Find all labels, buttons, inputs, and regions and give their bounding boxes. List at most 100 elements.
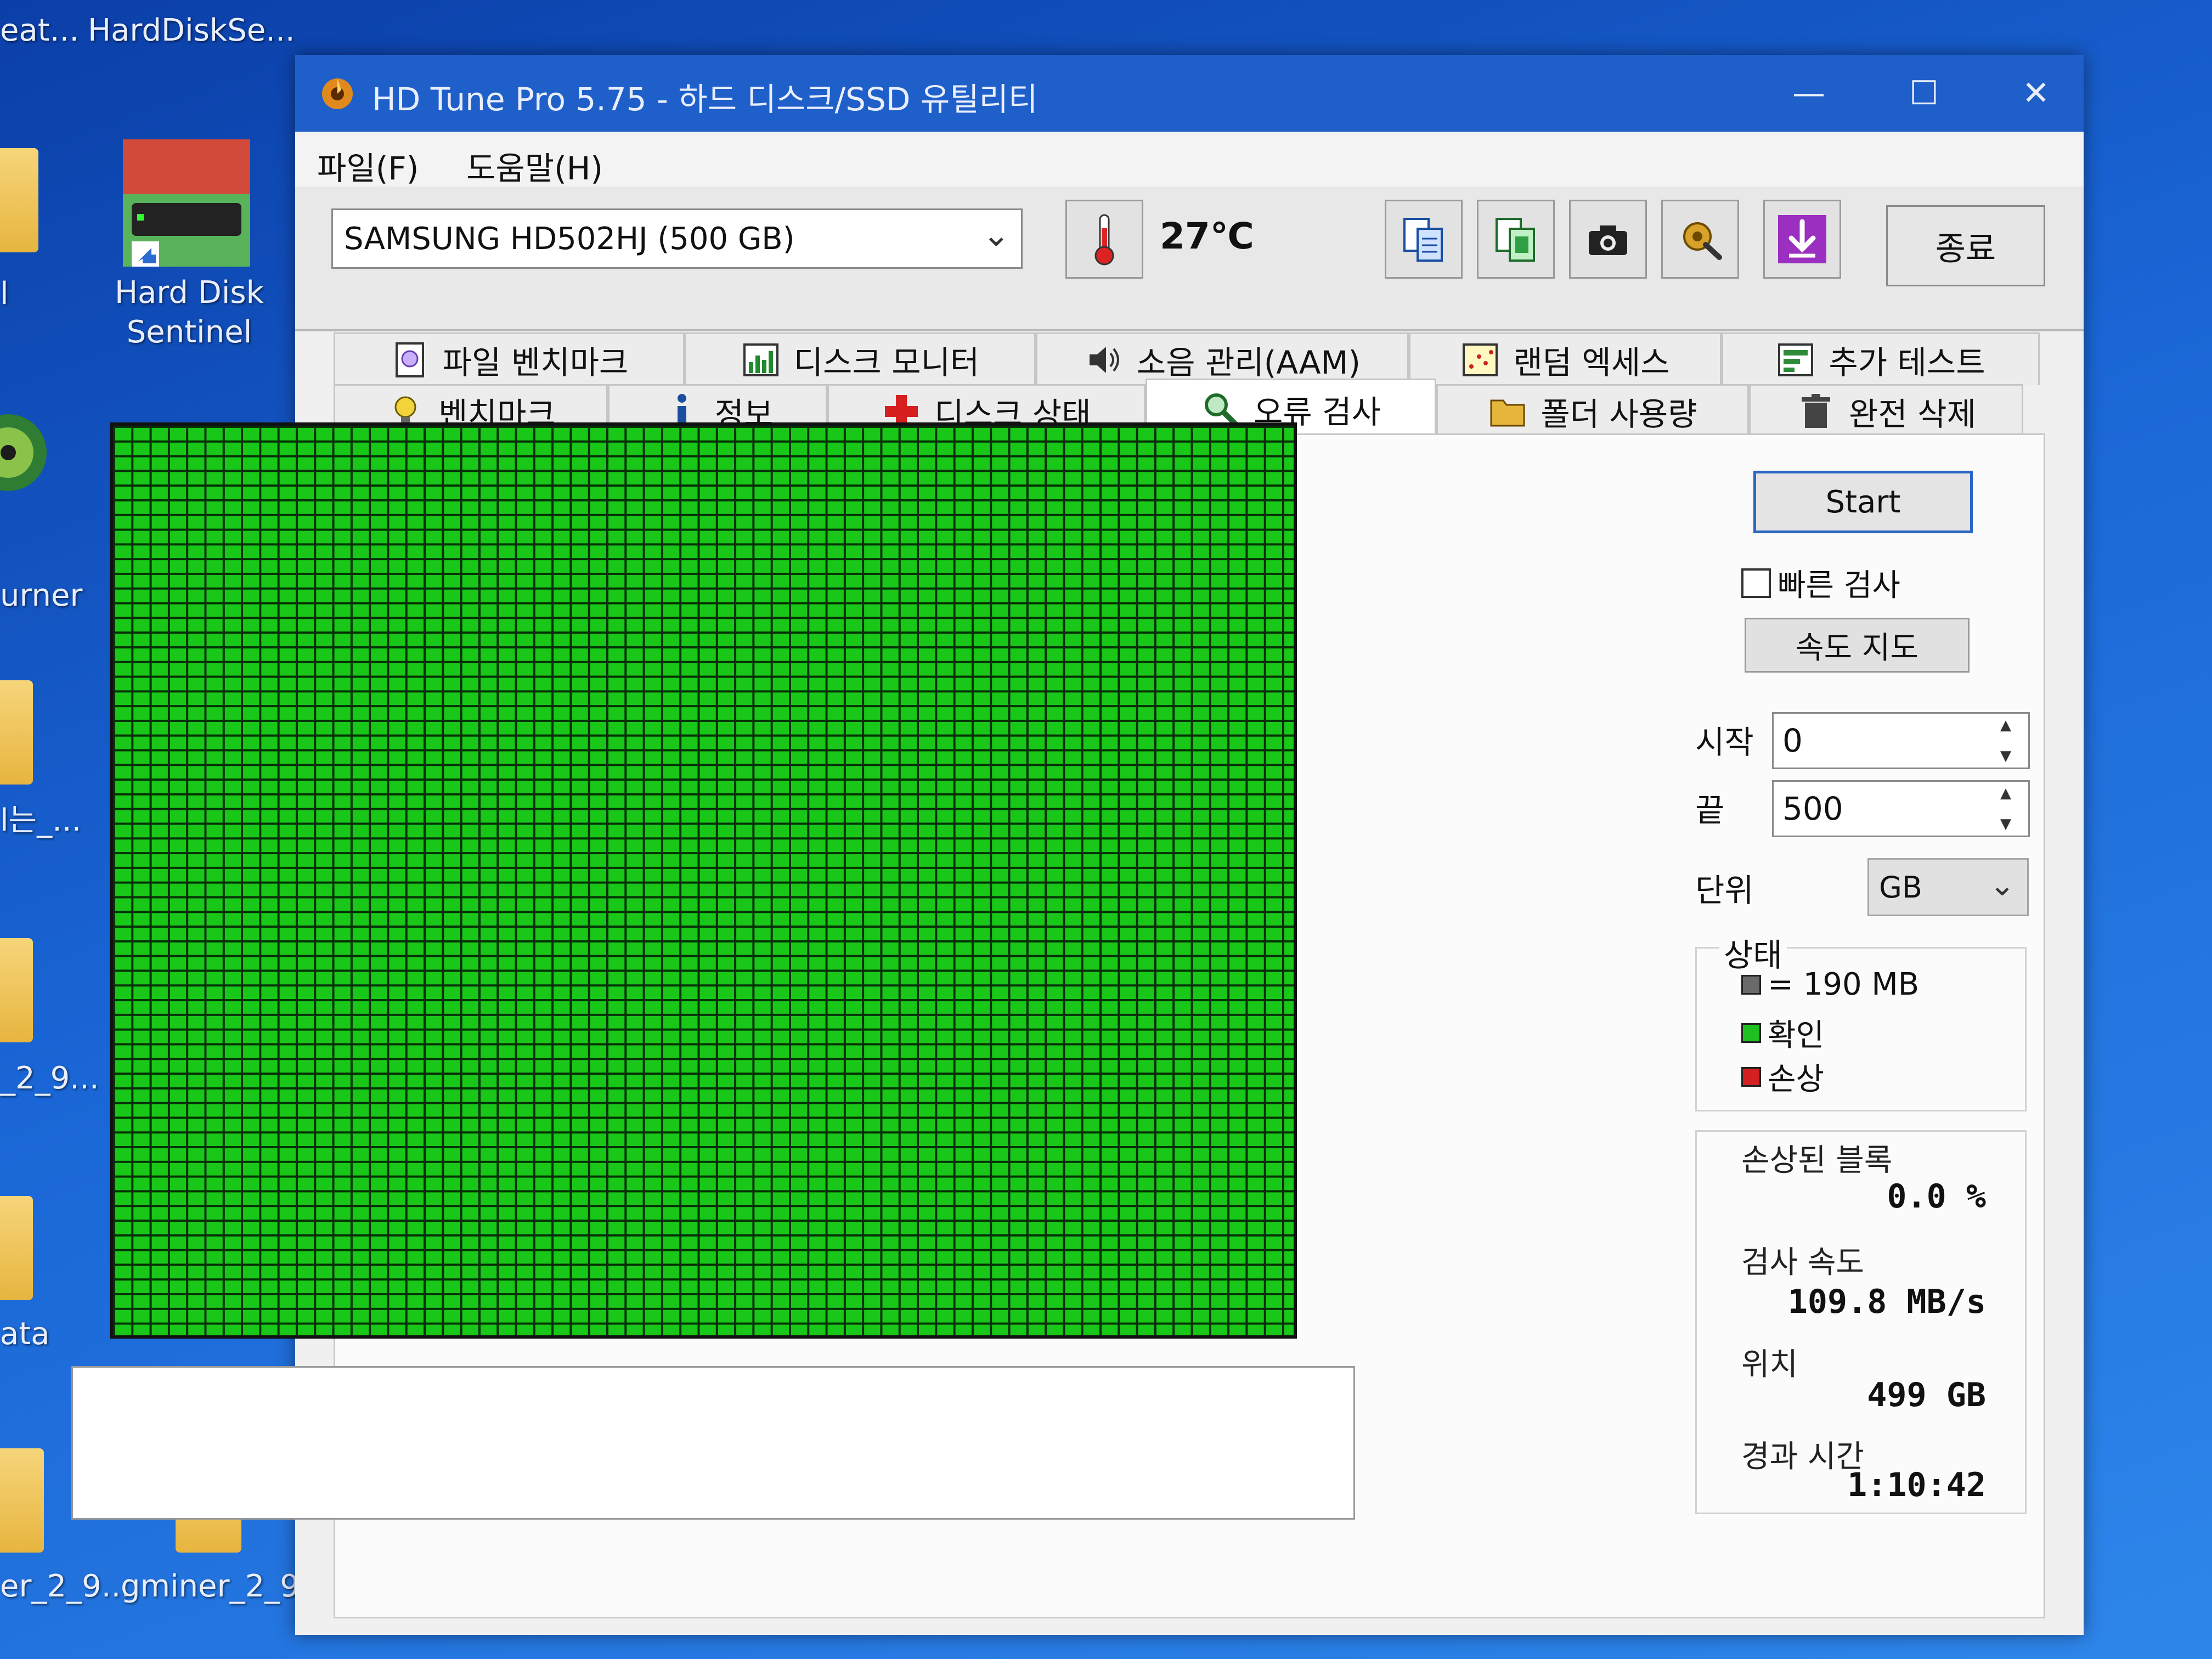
legend-label: = 190 MB xyxy=(1768,967,1920,1002)
file-benchmark-icon xyxy=(395,342,424,377)
tab-random-access[interactable]: 랜덤 엑세스 xyxy=(1409,332,1722,385)
desktop-folder-icon[interactable] xyxy=(0,938,33,1042)
window-title: HD Tune Pro 5.75 - 하드 디스크/SSD 유틸리티 xyxy=(372,81,1038,118)
chevron-down-icon: ⌄ xyxy=(982,216,1010,254)
maximize-button[interactable]: ☐ xyxy=(1894,67,1954,120)
tab-label: 소음 관리(AAM) xyxy=(1136,343,1361,381)
start-spinner[interactable]: ▲ ▼ xyxy=(1987,717,2025,764)
start-field-label: 시작 xyxy=(1695,724,1754,761)
hard-disk-sentinel-label-1[interactable]: Hard Disk xyxy=(110,273,269,313)
thermometer-icon xyxy=(1094,214,1114,266)
position-value: 499 GB xyxy=(1867,1376,1986,1414)
extra-tests-icon xyxy=(1778,343,1814,376)
legend-swatch-block xyxy=(1741,974,1761,995)
end-spinner[interactable]: ▲ ▼ xyxy=(1987,785,2025,832)
title-bar[interactable]: HD Tune Pro 5.75 - 하드 디스크/SSD 유틸리티 — ☐ ✕ xyxy=(295,55,2084,132)
position-label: 위치 xyxy=(1741,1347,1798,1383)
tab-label: 완전 삭제 xyxy=(1849,395,1976,433)
tab-erase[interactable]: 완전 삭제 xyxy=(1749,384,2023,437)
tab-label: 추가 테스트 xyxy=(1829,343,1985,381)
desktop-folder-icon[interactable] xyxy=(0,1196,33,1300)
screenshot-button[interactable] xyxy=(1569,200,1647,279)
desktop-label[interactable]: l는_... xyxy=(0,801,81,840)
save-button[interactable] xyxy=(1763,200,1841,279)
damaged-blocks-value: 0.0 % xyxy=(1887,1177,1986,1216)
exit-button[interactable]: 종료 xyxy=(1886,205,2045,286)
hard-disk-sentinel-label-2[interactable]: Sentinel xyxy=(110,313,269,352)
desktop-label[interactable]: l xyxy=(0,274,9,314)
unit-select-value: GB xyxy=(1879,870,1922,905)
start-button[interactable]: Start xyxy=(1753,471,1973,533)
menu-file[interactable]: 파일(F) xyxy=(317,143,419,189)
desktop-label[interactable]: er_2_9... xyxy=(0,1567,131,1606)
hard-disk-sentinel-icon[interactable] xyxy=(121,137,252,269)
elapsed-time-value: 1:10:42 xyxy=(1847,1466,1986,1504)
tab-aam[interactable]: 소음 관리(AAM) xyxy=(1036,332,1409,385)
tab-disk-monitor[interactable]: 디스크 모니터 xyxy=(685,332,1036,385)
copy-all-button[interactable] xyxy=(1477,200,1555,279)
download-arrow-icon xyxy=(1778,215,1826,263)
desktop-folder-icon[interactable] xyxy=(0,1448,44,1553)
menu-help[interactable]: 도움말(H) xyxy=(466,143,603,189)
legend-damaged: 손상 xyxy=(1741,1054,1824,1099)
tab-row-top: 파일 벤치마크 디스크 모니터 소음 관리(AAM) 랜덤 엑세스 추가 테스트 xyxy=(334,332,2040,385)
desktop-label[interactable]: ata xyxy=(0,1314,50,1354)
spin-up-icon[interactable]: ▲ xyxy=(2000,785,2011,802)
options-button[interactable] xyxy=(1661,200,1739,279)
unit-field-label: 단위 xyxy=(1695,872,1754,909)
speaker-icon xyxy=(1089,346,1119,373)
desktop-label-top-left[interactable]: eat... xyxy=(0,11,79,50)
tab-label: 파일 벤치마크 xyxy=(442,343,629,381)
unit-select[interactable]: GB ⌄ xyxy=(1867,858,2029,916)
chevron-down-icon: ⌄ xyxy=(1989,867,2015,903)
tab-label: 폴더 사용량 xyxy=(1541,395,1697,433)
tab-label: 랜덤 엑세스 xyxy=(1513,343,1670,381)
spin-down-icon[interactable]: ▼ xyxy=(2000,816,2011,832)
random-access-icon xyxy=(1463,343,1498,376)
copy-info-button[interactable] xyxy=(1385,200,1463,279)
copy-document-icon xyxy=(1403,218,1443,262)
start-position-value: 0 xyxy=(1782,722,1803,759)
trash-icon xyxy=(1802,393,1831,428)
end-field-label: 끝 xyxy=(1695,792,1725,829)
tab-file-benchmark[interactable]: 파일 벤치마크 xyxy=(334,332,685,385)
damaged-blocks-label: 손상된 블록 xyxy=(1741,1143,1893,1178)
legend-swatch-damaged xyxy=(1741,1066,1761,1087)
hd-tune-app-icon xyxy=(322,78,353,109)
tab-folder-usage[interactable]: 폴더 사용량 xyxy=(1436,384,1749,437)
speed-map-button[interactable]: 속도 지도 xyxy=(1745,618,1970,673)
scan-speed-value: 109.8 MB/s xyxy=(1787,1283,1986,1321)
close-button[interactable]: ✕ xyxy=(2006,67,2066,120)
copy-green-document-icon xyxy=(1496,218,1535,262)
minimize-button[interactable]: — xyxy=(1779,67,1839,120)
spin-down-icon[interactable]: ▼ xyxy=(2000,748,2011,764)
legend-block-size: = 190 MB xyxy=(1741,967,1919,1002)
scan-speed-label: 검사 속도 xyxy=(1741,1245,1864,1280)
camera-icon xyxy=(1589,225,1627,255)
legend-ok: 확인 xyxy=(1741,1011,1824,1055)
end-position-value: 500 xyxy=(1782,790,1843,827)
tab-label: 디스크 모니터 xyxy=(793,343,980,381)
desktop-folder-icon[interactable] xyxy=(0,148,38,252)
desktop-label[interactable]: urner xyxy=(0,576,83,616)
quick-scan-label: 빠른 검사 xyxy=(1778,568,1900,603)
toolbar: SAMSUNG HD502HJ (500 GB) ⌄ 27℃ 종료 xyxy=(295,187,2084,331)
start-position-input[interactable]: 0 ▲ ▼ xyxy=(1772,712,2030,769)
settings-gear-icon xyxy=(1683,222,1722,260)
desktop-label[interactable]: _2_9... xyxy=(0,1059,99,1098)
quick-scan-checkbox[interactable] xyxy=(1741,568,1771,598)
quick-scan-row[interactable]: 빠른 검사 xyxy=(1741,561,1900,605)
tab-extra-tests[interactable]: 추가 테스트 xyxy=(1722,332,2040,385)
drive-select[interactable]: SAMSUNG HD502HJ (500 GB) ⌄ xyxy=(331,208,1023,269)
desktop-folder-icon[interactable] xyxy=(0,680,33,785)
temperature-button[interactable] xyxy=(1065,200,1143,279)
folder-icon xyxy=(1490,399,1525,426)
error-scan-block-map xyxy=(110,422,1297,1339)
disk-monitor-icon xyxy=(743,343,778,376)
burner-app-icon[interactable] xyxy=(0,411,49,494)
end-position-input[interactable]: 500 ▲ ▼ xyxy=(1772,780,2030,837)
menu-bar: 파일(F) 도움말(H) xyxy=(295,132,2084,187)
desktop-label-top-harddisk[interactable]: HardDiskSe... xyxy=(88,11,295,50)
spin-up-icon[interactable]: ▲ xyxy=(2000,717,2011,733)
legend-swatch-ok xyxy=(1741,1023,1761,1043)
